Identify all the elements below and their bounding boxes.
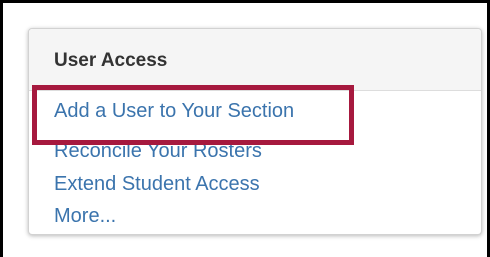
panel-header: User Access <box>29 29 481 91</box>
panel-title: User Access <box>54 50 168 71</box>
reconcile-rosters-link[interactable]: Reconcile Your Rosters <box>54 144 262 163</box>
user-access-panel: User Access Add a User to Your Section R… <box>28 28 482 235</box>
more-link[interactable]: More... <box>54 204 116 228</box>
add-user-link[interactable]: Add a User to Your Section <box>54 99 294 123</box>
extend-student-access-link[interactable]: Extend Student Access <box>54 172 260 196</box>
screenshot-frame: User Access Add a User to Your Section R… <box>0 0 490 257</box>
